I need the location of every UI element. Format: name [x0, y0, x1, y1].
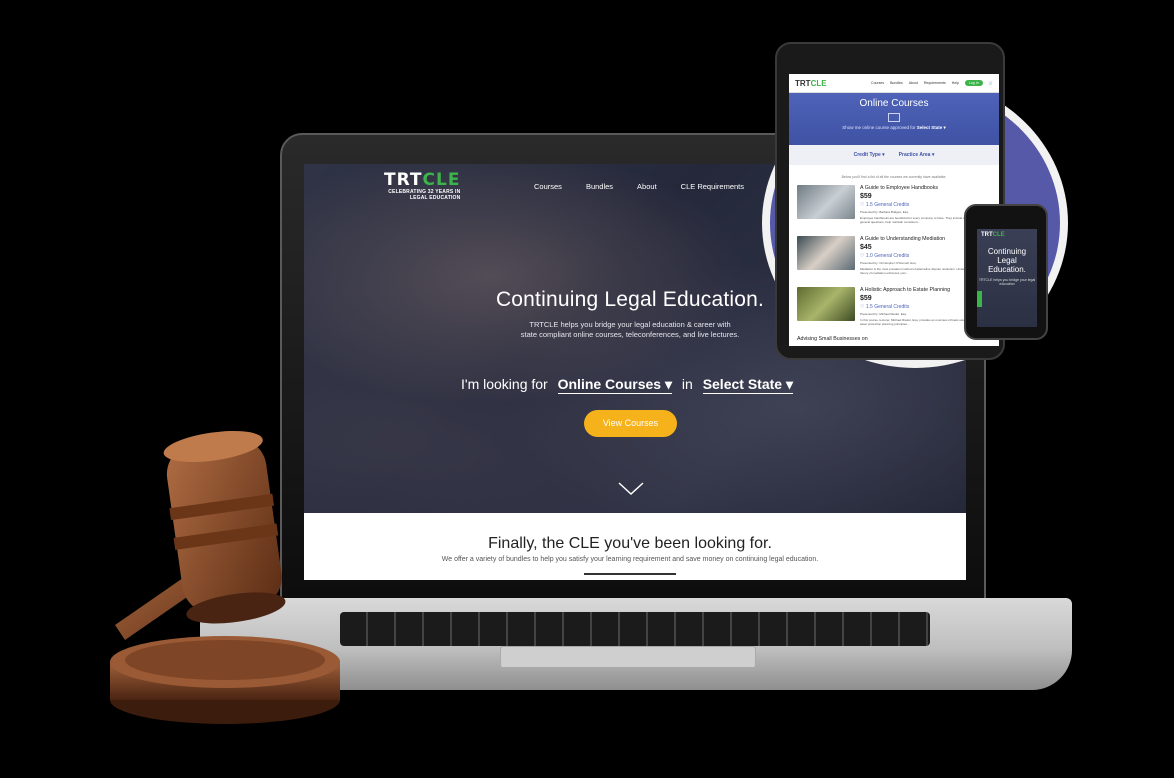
intro-section: Finally, the CLE you've been looking for… — [304, 513, 966, 580]
login-button[interactable]: Log In — [964, 80, 983, 86]
finder-label: I'm looking for — [461, 376, 548, 392]
course-thumbnail — [797, 287, 855, 321]
tablet-nav-about[interactable]: About — [909, 81, 918, 85]
phone-hero-subtitle: TRTCLE helps you bridge your legal educa… — [978, 278, 1036, 286]
tablet-nav-help[interactable]: Help — [952, 81, 959, 85]
site-logo[interactable]: TRTCLE CELEBRATING 32 YEARS IN LEGAL EDU… — [384, 170, 460, 201]
gavel-image — [115, 431, 286, 640]
course-thumbnail — [797, 185, 855, 219]
tablet-nav-bundles[interactable]: Bundles — [890, 81, 903, 85]
view-courses-button[interactable]: View Courses — [584, 410, 677, 437]
tablet-hero: Online Courses Show me online course app… — [789, 93, 999, 145]
tablet-header: TRTCLE Courses Bundles About Requirement… — [789, 74, 999, 93]
course-list-note: Below you'll find a list of all the cour… — [841, 175, 947, 179]
nav-bundles[interactable]: Bundles — [586, 182, 613, 191]
tablet-filters: Credit Type ▾ Practice Area ▾ — [789, 145, 999, 165]
laptop-trackpad — [500, 646, 756, 668]
state-select[interactable]: Select State ▾ — [702, 376, 793, 394]
course-type-select[interactable]: Online Courses ▾ — [557, 376, 672, 394]
logo-tagline: CELEBRATING 32 YEARS IN LEGAL EDUCATION — [388, 189, 461, 201]
tablet-nav: Courses Bundles About Requirements Help … — [871, 80, 993, 86]
laptop-keyboard — [340, 612, 930, 646]
practice-area-filter[interactable]: Practice Area ▾ — [899, 152, 935, 158]
phone-site-screen: TRTCLE Continuing Legal Education. TRTCL… — [977, 229, 1037, 327]
intro-title: Finally, the CLE you've been looking for… — [488, 535, 772, 552]
tablet-nav-courses[interactable]: Courses — [871, 81, 884, 85]
tablet-hero-title: Online Courses — [859, 98, 929, 109]
chevron-down-icon[interactable] — [618, 482, 644, 496]
course-thumbnail — [797, 236, 855, 270]
credit-type-filter[interactable]: Credit Type ▾ — [854, 152, 885, 158]
course-finder: I'm looking for Online Courses ▾ in Sele… — [304, 376, 956, 394]
intro-subtitle: We offer a variety of bundles to help yo… — [441, 556, 819, 563]
tablet-nav-requirements[interactable]: Requirements — [924, 81, 946, 85]
product-mockup: TRTCLE CELEBRATING 32 YEARS IN LEGAL EDU… — [0, 0, 1174, 778]
nav-about[interactable]: About — [637, 182, 657, 191]
main-nav: Courses Bundles About CLE Requirements F — [534, 182, 797, 191]
tablet-state-select[interactable]: Select State ▾ — [917, 125, 946, 130]
finder-in-label: in — [681, 376, 693, 392]
monitor-icon — [888, 113, 900, 122]
nav-cle-requirements[interactable]: CLE Requirements — [681, 182, 744, 191]
section-divider — [584, 573, 676, 575]
phone-hero-title: Continuing Legal Education. — [987, 247, 1027, 274]
phone-side-tab[interactable] — [977, 291, 982, 307]
nav-courses[interactable]: Courses — [534, 182, 562, 191]
cart-icon[interactable]: 🛒 — [989, 81, 993, 85]
tablet-logo[interactable]: TRTCLE — [795, 79, 827, 88]
phone-logo[interactable]: TRTCLE — [977, 229, 1037, 241]
